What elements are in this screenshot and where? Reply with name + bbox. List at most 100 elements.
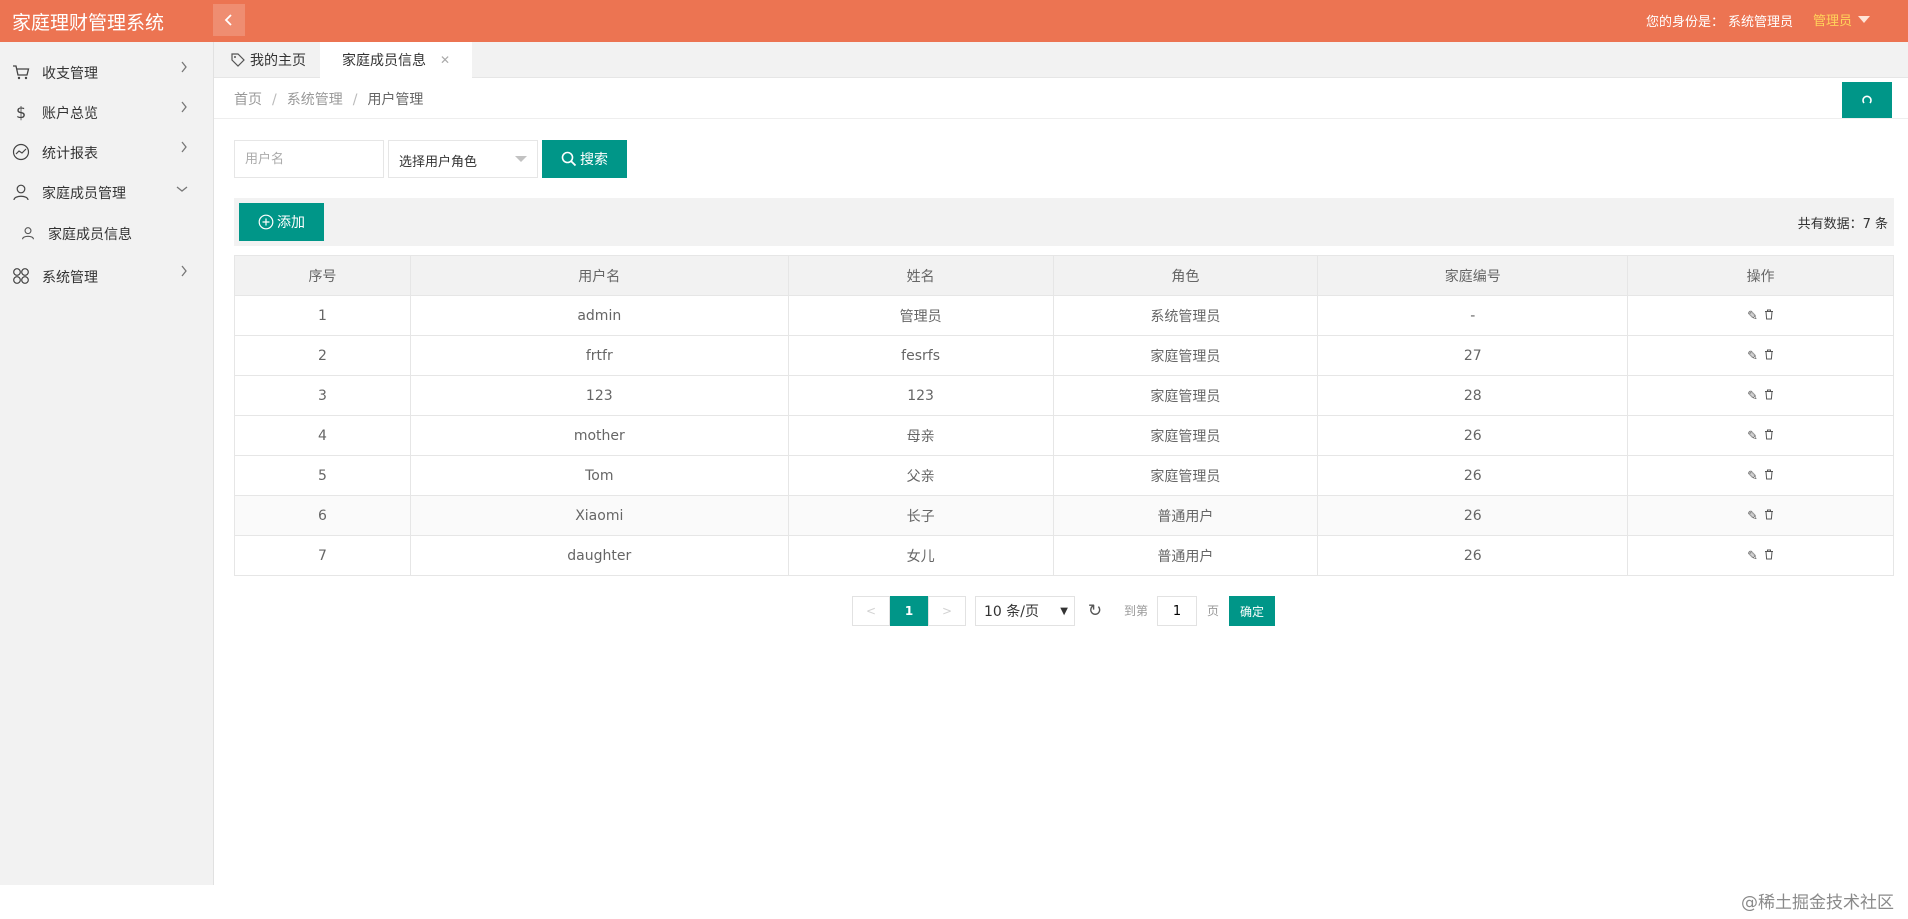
cell-name: fesrfs (787, 335, 1054, 376)
breadcrumb-section[interactable]: 系统管理 (287, 92, 343, 108)
sidebar-subitem-family-info[interactable]: 家庭成员信息 (0, 213, 214, 253)
add-button[interactable]: 添加 (239, 203, 324, 241)
table-row: 3 123 123 家庭管理员 28 ✎ (234, 375, 1894, 416)
cell-role: 普通用户 (1052, 535, 1319, 576)
tab-home[interactable]: 我的主页 (214, 42, 320, 78)
goto-page-input[interactable] (1157, 596, 1197, 626)
tab-family-info[interactable]: 家庭成员信息 ✕ (320, 42, 472, 78)
edit-icon[interactable]: ✎ (1745, 469, 1761, 484)
search-button-label: 搜索 (580, 152, 608, 168)
refresh-button[interactable] (1842, 82, 1892, 118)
cell-role: 普通用户 (1052, 495, 1319, 536)
breadcrumb: 首页 / 系统管理 / 用户管理 (234, 89, 423, 109)
page-1-button[interactable]: 1 (890, 596, 928, 626)
breadcrumb-home[interactable]: 首页 (234, 92, 262, 108)
sidebar-item-reports[interactable]: 统计报表 (0, 132, 214, 172)
chevron-right-icon (180, 265, 188, 281)
cell-name: 母亲 (787, 415, 1054, 456)
delete-icon[interactable] (1761, 469, 1777, 484)
cell-role: 系统管理员 (1052, 295, 1319, 336)
cell-name: 管理员 (787, 295, 1054, 336)
cell-username: 123 (409, 375, 789, 416)
search-button[interactable]: 搜索 (542, 140, 627, 178)
next-page-button[interactable]: > (928, 596, 966, 626)
cell-actions: ✎ (1627, 335, 1894, 376)
cell-index: 1 (234, 295, 411, 336)
table-row: 6 Xiaomi 长子 普通用户 26 ✎ (234, 495, 1894, 536)
sidebar-item-label: 统计报表 (42, 146, 98, 162)
grid-icon (12, 267, 30, 285)
user-icon (12, 183, 30, 201)
identity-role: 系统管理员 (1727, 15, 1793, 30)
users-table: 序号 用户名 姓名 角色 家庭编号 操作 1 admin 管理员 系统管理员 -… (234, 255, 1894, 576)
cell-family-id: 27 (1317, 335, 1629, 376)
table-header-row: 序号 用户名 姓名 角色 家庭编号 操作 (234, 255, 1894, 296)
edit-icon[interactable]: ✎ (1745, 509, 1761, 524)
edit-icon[interactable]: ✎ (1745, 429, 1761, 444)
sidebar: 收支管理 $ 账户总览 统计报表 家庭成员管理 家庭成员信息 系统管理 (0, 42, 214, 885)
tab-label: 家庭成员信息 (342, 53, 426, 69)
add-button-label: 添加 (277, 215, 305, 231)
breadcrumb-separator: / (272, 92, 277, 108)
search-icon (561, 151, 577, 167)
sidebar-item-label: 收支管理 (42, 66, 98, 82)
chevron-right-icon (180, 141, 188, 157)
delete-icon[interactable] (1761, 389, 1777, 404)
footer-watermark: @稀土掘金技术社区 (1741, 893, 1894, 913)
edit-icon[interactable]: ✎ (1745, 389, 1761, 404)
delete-icon[interactable] (1761, 309, 1777, 324)
sidebar-item-label: 家庭成员信息 (48, 227, 132, 243)
identity-label: 您的身份是： (1645, 15, 1724, 30)
cell-index: 4 (234, 415, 411, 456)
edit-icon[interactable]: ✎ (1745, 549, 1761, 564)
cell-actions: ✎ (1627, 415, 1894, 456)
cell-index: 6 (234, 495, 411, 536)
caret-down-icon (1858, 16, 1870, 23)
page-unit-label: 页 (1207, 604, 1220, 618)
column-header-index: 序号 (234, 255, 411, 296)
chevron-down-icon (176, 181, 188, 197)
breadcrumb-current: 用户管理 (367, 92, 424, 108)
goto-label: 到第 (1124, 604, 1149, 618)
delete-icon[interactable] (1761, 429, 1777, 444)
total-count: 共有数据：7 条 (1797, 217, 1888, 232)
edit-icon[interactable]: ✎ (1745, 309, 1761, 324)
user-menu[interactable]: 管理员 (1813, 10, 1870, 29)
chevron-right-icon (180, 61, 188, 77)
cell-name: 女儿 (787, 535, 1054, 576)
close-icon[interactable]: ✕ (440, 53, 450, 67)
cell-actions: ✎ (1627, 375, 1894, 416)
role-select[interactable]: 选择用户角色 (388, 140, 538, 178)
page-size-select[interactable]: 10 条/页 ▼ (975, 596, 1075, 626)
chart-icon (12, 143, 30, 161)
cell-family-id: - (1317, 295, 1629, 336)
sidebar-item-accounts[interactable]: $ 账户总览 (0, 92, 214, 132)
dollar-icon: $ (12, 103, 30, 121)
table-row: 5 Tom 父亲 家庭管理员 26 ✎ (234, 455, 1894, 496)
collapse-sidebar-button[interactable] (213, 4, 245, 36)
cell-index: 7 (234, 535, 411, 576)
prev-page-button[interactable]: < (852, 596, 890, 626)
edit-icon[interactable]: ✎ (1745, 349, 1761, 364)
user-icon (20, 225, 36, 241)
sidebar-item-system[interactable]: 系统管理 (0, 256, 214, 296)
delete-icon[interactable] (1761, 509, 1777, 524)
cell-index: 5 (234, 455, 411, 496)
role-select-value: 选择用户角色 (399, 155, 478, 170)
sidebar-item-income-expense[interactable]: 收支管理 (0, 52, 214, 92)
app-title: 家庭理财管理系统 (12, 12, 165, 34)
sidebar-item-family-members[interactable]: 家庭成员管理 (0, 172, 214, 212)
refresh-icon (1862, 95, 1872, 104)
goto-confirm-button[interactable]: 确定 (1229, 596, 1275, 626)
delete-icon[interactable] (1761, 349, 1777, 364)
chevron-left-icon (224, 14, 232, 26)
reload-icon[interactable]: ↻ (1084, 600, 1106, 622)
sidebar-item-label: 账户总览 (42, 106, 98, 122)
cell-username: daughter (409, 535, 789, 576)
username-search-input[interactable] (234, 140, 384, 178)
svg-text:$: $ (16, 103, 26, 121)
column-header-name: 姓名 (787, 255, 1054, 296)
delete-icon[interactable] (1761, 549, 1777, 564)
caret-down-icon (515, 156, 527, 162)
cell-name: 长子 (787, 495, 1054, 536)
